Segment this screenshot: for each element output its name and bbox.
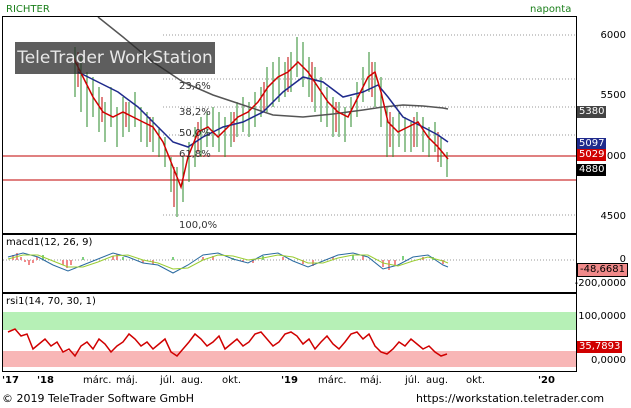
y-tick-5500: 5500 — [600, 90, 626, 101]
rsi-y-tick-0: 0,0000 — [591, 355, 626, 366]
fib-level-38-2: 38,2% — [179, 107, 211, 118]
macd-y-axis: 0 -200,0000 -48,6681 — [574, 234, 629, 291]
rsi-y-tick-100: 100,0000 — [578, 311, 626, 322]
watermark: TeleTrader WorkStation — [15, 42, 215, 74]
period-label: naponta — [530, 4, 572, 15]
value-tag-price: 5029 — [577, 149, 607, 161]
y-tick-6000: 6000 — [600, 30, 626, 41]
macd-value-tag: -48,6681 — [577, 263, 628, 277]
x-label-2018: '18 — [37, 375, 54, 386]
fib-level-23-6: 23,6% — [179, 81, 211, 92]
x-label-oct-2019: okt. — [466, 375, 486, 386]
x-label-aug-2019: aug. — [426, 375, 448, 386]
fib-level-50-0: 50,0% — [179, 128, 211, 139]
copyright-text: © 2019 TeleTrader Software GmbH — [2, 392, 195, 405]
x-label-aug-2018: aug. — [181, 375, 203, 386]
x-label-may-2018: máj. — [116, 375, 138, 386]
x-label-july-2019: júl. — [405, 375, 421, 386]
x-label-2019: '19 — [281, 375, 298, 386]
x-label-march-2018: márc. — [83, 375, 112, 386]
footer-url[interactable]: https://workstation.teletrader.com — [416, 392, 604, 405]
macd-panel[interactable]: macd1(12, 26, 9) — [2, 234, 577, 293]
y-tick-4500: 4500 — [600, 211, 626, 222]
instrument-name: RICHTER — [6, 4, 50, 15]
rsi-panel[interactable]: rsi1(14, 70, 30, 1) — [2, 293, 577, 372]
macd-title: macd1(12, 26, 9) — [6, 237, 93, 248]
rsi-title: rsi1(14, 70, 30, 1) — [6, 296, 96, 307]
price-y-axis: 6000 5500 5000 4500 5380 5097 5029 4880 — [576, 16, 629, 232]
fib-level-100: 100,0% — [179, 220, 218, 231]
rsi-y-axis: 100,0000 0,0000 35,7893 — [576, 293, 629, 370]
x-label-march-2019: márc. — [318, 375, 347, 386]
rsi-value-tag: 35,7893 — [577, 341, 623, 353]
macd-y-tick-min: -200,0000 — [574, 278, 626, 289]
value-tag-close: 4880 — [577, 164, 607, 176]
value-tag-sma-long: 5380 — [577, 106, 607, 118]
x-label-2017: '17 — [2, 375, 19, 386]
price-panel[interactable]: TeleTrader WorkStation 23,6% 38,2% 50,0%… — [2, 16, 577, 234]
x-label-2020: '20 — [538, 375, 555, 386]
fib-level-61-8: 61,8% — [179, 149, 211, 160]
x-label-oct-2018: okt. — [222, 375, 242, 386]
x-label-may-2019: máj. — [360, 375, 382, 386]
x-label-july-2018: júl. — [160, 375, 176, 386]
